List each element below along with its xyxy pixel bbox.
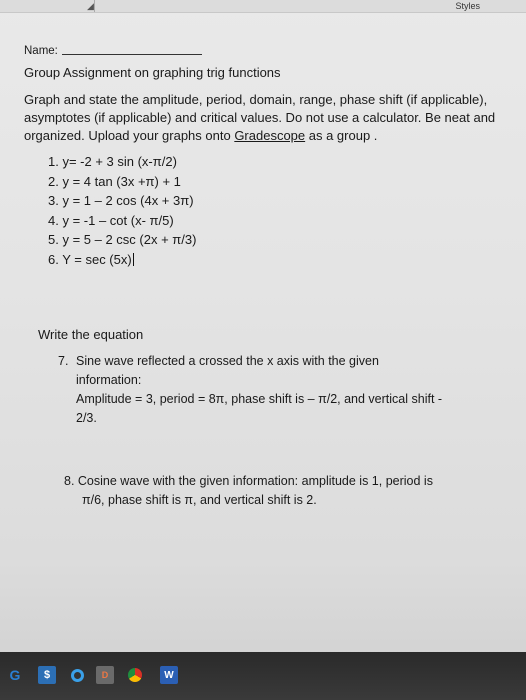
assignment-title: Group Assignment on graphing trig functi… (24, 65, 281, 80)
chrome-icon[interactable] (126, 666, 144, 684)
problem-item: 1. y= -2 + 3 sin (x-π/2) (48, 154, 177, 169)
instructions-text-end: as a group . (305, 128, 378, 143)
question-8-line: π/6, phase shift is π, and vertical shif… (82, 493, 317, 507)
question-8: 8. Cosine wave with the given informatio… (64, 472, 504, 510)
question-7-number: 7. (58, 354, 69, 368)
monitor-screen: ◢ Styles Name: Group Assignment on graph… (0, 0, 526, 700)
question-8-line: 8. Cosine wave with the given informatio… (64, 474, 433, 488)
question-7-line: Amplitude = 3, period = 8π, phase shift … (76, 392, 443, 406)
expand-icon[interactable]: ◢ (87, 1, 94, 12)
taskbar: G $ D W (0, 652, 526, 700)
text-cursor (132, 252, 134, 266)
gradescope-link[interactable]: Gradescope (234, 128, 305, 143)
question-7-line: Sine wave reflected a crossed the x axis… (76, 354, 379, 368)
problem-item: 5. y = 5 – 2 csc (2x + π/3) (48, 232, 197, 247)
document-page[interactable]: Name: Group Assignment on graphing trig … (0, 12, 526, 652)
name-blank-line (61, 54, 202, 55)
circle-app-icon[interactable] (68, 666, 86, 684)
question-7-line: information: (76, 373, 142, 387)
question-7: 7. Sine wave reflected a crossed the x ax… (58, 352, 498, 428)
word-icon[interactable]: W (160, 666, 178, 684)
dollar-app-icon[interactable]: $ (38, 666, 56, 684)
write-equation-heading: Write the equation (38, 327, 144, 342)
problem-item: 4. y = -1 – cot (x- π/5) (48, 212, 174, 228)
styles-group-label[interactable]: Styles (455, 1, 480, 11)
problem-item: 6. Y = sec (5x) (48, 250, 196, 270)
problem-text: 6. Y = sec (5x) (48, 251, 132, 267)
toolbar-divider (94, 0, 95, 12)
problem-item: 2. y = 4 tan (3x +π) + 1 (48, 173, 181, 189)
question-7-line: 2/3. (76, 411, 97, 425)
instructions-paragraph: Graph and state the amplitude, period, d… (24, 91, 508, 145)
document-app-icon[interactable]: D (96, 666, 114, 684)
graphing-problem-list: 1. y= -2 + 3 sin (x-π/2) 2. y = 4 tan (3… (48, 152, 196, 269)
google-icon[interactable]: G (6, 666, 24, 684)
problem-item: 3. y = 1 – 2 cos (4x + 3π) (48, 193, 194, 208)
name-field: Name: (24, 45, 202, 57)
name-label: Name: (24, 45, 58, 57)
